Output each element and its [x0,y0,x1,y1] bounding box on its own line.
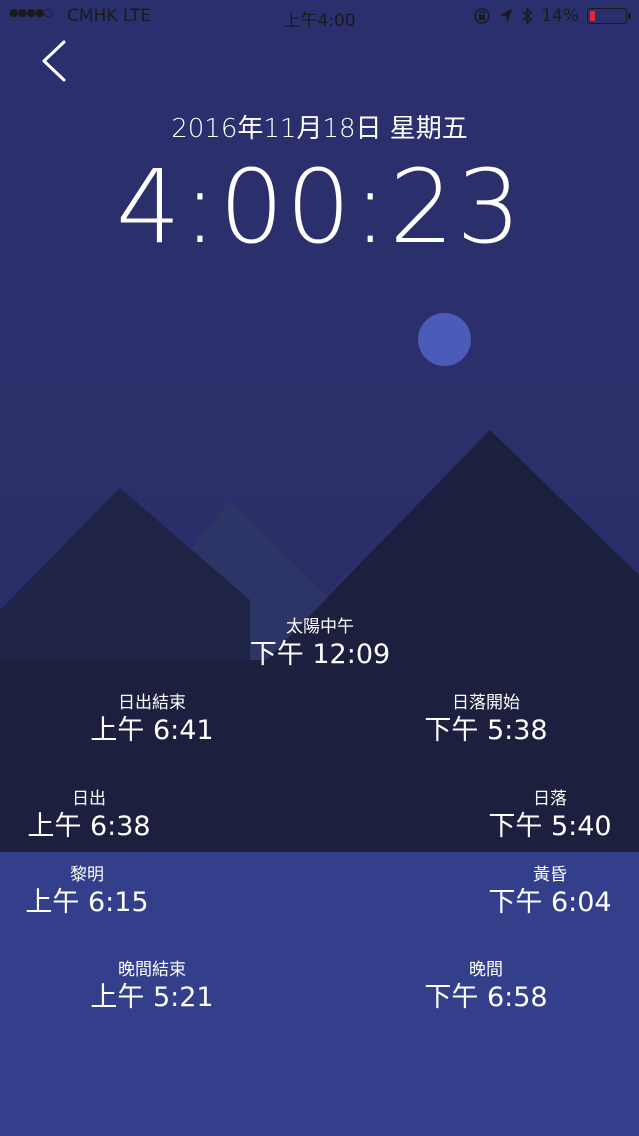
event-night-end: 晚間結束 上午 5:21 [62,959,242,1015]
event-dawn: 黎明 上午 6:15 [0,864,174,920]
event-sunset: 日落 下午 5:40 [460,788,639,844]
event-label: 晚間 [469,960,503,980]
event-label: 黎明 [70,865,104,885]
event-solar-noon: 太陽中午 下午 12:09 [220,616,420,672]
event-sunset-start: 日落開始 下午 5:38 [396,692,576,748]
rotation-lock-icon [474,8,491,24]
event-value: 下午 5:40 [488,811,612,842]
event-sunrise-end: 日出結束 上午 6:41 [62,692,242,748]
event-dusk: 黃昏 下午 6:04 [460,864,639,920]
current-date: 2016年11月18日 星期五 [171,114,468,144]
bluetooth-icon [522,7,533,25]
back-button[interactable] [36,38,76,84]
event-label: 日落 [533,789,567,809]
current-time: 4:00:23 [115,148,524,267]
event-value: 上午 5:21 [90,982,214,1013]
event-sunrise: 日出 上午 6:38 [0,788,178,844]
event-value: 下午 6:04 [488,887,612,918]
event-label: 日出 [72,789,106,809]
battery-percent: 14% [541,6,579,26]
event-label: 晚間結束 [118,960,186,980]
event-label: 太陽中午 [286,617,354,637]
chevron-left-icon [42,40,66,82]
event-value: 上午 6:38 [27,811,151,842]
status-bar: ●●●●○ CMHK LTE 上午4:00 14% [0,0,639,34]
battery-fill [590,11,595,21]
status-right: 14% [473,6,631,26]
event-value: 下午 5:38 [424,715,548,746]
event-value: 上午 6:15 [25,887,149,918]
event-value: 上午 6:41 [90,715,214,746]
event-night: 晚間 下午 6:58 [396,959,576,1015]
event-label: 日落開始 [452,693,520,713]
event-label: 日出結束 [118,693,186,713]
battery-icon [587,8,631,24]
location-arrow-icon [500,9,513,23]
event-label: 黃昏 [533,865,567,885]
event-value: 下午 12:09 [249,639,391,670]
sun-times-screen: ●●●●○ CMHK LTE 上午4:00 14% 2016年11月18日 星期… [0,0,639,1136]
moon [418,313,471,366]
event-value: 下午 6:58 [424,982,548,1013]
